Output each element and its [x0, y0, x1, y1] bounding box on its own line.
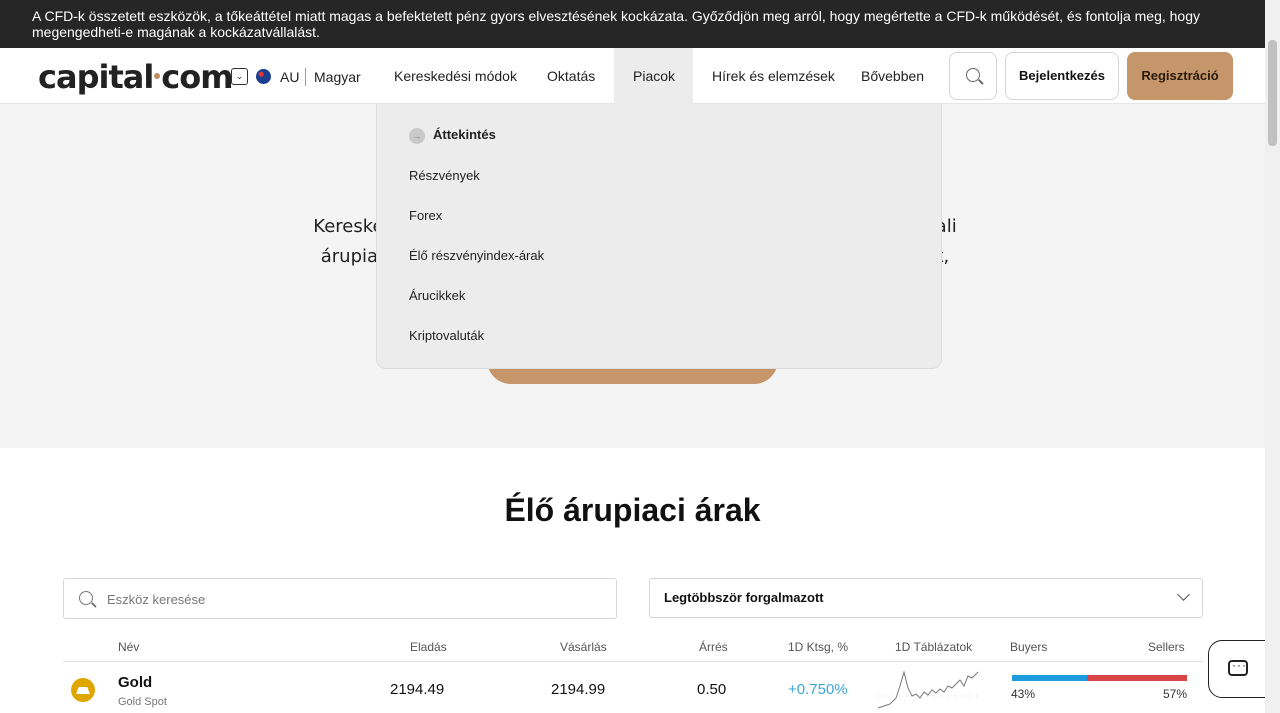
asset-search-input[interactable]	[107, 589, 597, 609]
menu-item-indices[interactable]: Élő részvényindex-árak	[409, 248, 544, 263]
column-header-buyers: Buyers	[1010, 640, 1048, 654]
nav-more[interactable]: Bővebben	[842, 48, 943, 104]
menu-item-crypto[interactable]: Kriptovaluták	[409, 328, 484, 343]
asset-search-field[interactable]	[63, 578, 617, 619]
chevron-down-icon[interactable]: ⌄	[231, 68, 248, 85]
buyers-bar	[1012, 675, 1088, 681]
column-header-chart: 1D Táblázatok	[895, 640, 973, 654]
language-selector[interactable]: Magyar	[314, 69, 361, 85]
menu-item-forex[interactable]: Forex	[409, 208, 442, 223]
menu-item-commodities[interactable]: Árucikkek	[409, 288, 465, 303]
nav-markets[interactable]: Piacok	[614, 48, 693, 104]
column-header-buy[interactable]: Vásárlás	[560, 640, 607, 654]
site-header: capital com ⌄ AU Magyar Kereskedési módok…	[0, 48, 1265, 104]
register-button[interactable]: Regisztráció	[1127, 52, 1233, 100]
markets-dropdown-menu: → Áttekintés Részvények Forex Élő részvén…	[376, 104, 942, 369]
nav-trading-methods[interactable]: Kereskedési módok	[375, 48, 536, 104]
column-header-sellers: Sellers	[1148, 640, 1185, 654]
page-scrollbar[interactable]	[1265, 0, 1280, 713]
gold-bar-icon	[71, 678, 95, 702]
login-button[interactable]: Bejelentkezés	[1005, 52, 1119, 100]
risk-warning-text: A CFD-k összetett eszközök, a tőkeáttéte…	[32, 8, 1201, 40]
arrow-right-icon: →	[409, 127, 425, 144]
risk-warning-banner: A CFD-k összetett eszközök, a tőkeáttéte…	[0, 0, 1265, 48]
scrollbar-thumb[interactable]	[1268, 40, 1277, 146]
nav-education[interactable]: Oktatás	[528, 48, 614, 104]
sellers-bar	[1087, 675, 1187, 681]
asset-name[interactable]: Gold	[118, 674, 152, 691]
sell-price[interactable]: 2194.49	[390, 681, 444, 698]
australia-flag-icon	[256, 69, 271, 84]
divider	[305, 68, 306, 86]
asset-subtitle: Gold Spot	[118, 696, 167, 708]
change-percent: +0.750%	[788, 681, 848, 698]
nav-news-analysis[interactable]: Hírek és elemzések	[693, 48, 854, 104]
logo-dot	[154, 72, 161, 79]
column-header-name[interactable]: Név	[118, 640, 139, 654]
menu-item-overview[interactable]: → Áttekintés	[409, 127, 496, 144]
logo-text-left: capital	[38, 58, 154, 96]
column-header-sell[interactable]: Eladás	[410, 640, 447, 654]
sellers-percent: 57%	[1163, 687, 1188, 701]
column-header-change[interactable]: 1D Ktsg, %	[788, 640, 848, 654]
spread-value: 0.50	[697, 681, 727, 698]
buy-price[interactable]: 2194.99	[551, 681, 605, 698]
region-selector[interactable]: AU	[280, 69, 299, 85]
column-header-spread[interactable]: Árrés	[699, 640, 728, 654]
buyers-percent: 43%	[1011, 687, 1036, 701]
section-title: Élő árupiaci árak	[504, 492, 761, 528]
capital-com-logo[interactable]: capital com	[38, 58, 234, 96]
search-button[interactable]	[949, 52, 997, 100]
logo-text-right: com	[161, 58, 233, 96]
menu-item-overview-label: Áttekintés	[433, 127, 496, 142]
divider	[63, 661, 1203, 662]
chevron-down-icon	[1177, 588, 1190, 601]
sort-dropdown[interactable]: Legtöbbször forgalmazott	[649, 578, 1203, 618]
sparkline-chart	[878, 670, 978, 709]
chat-bubble-icon	[1228, 658, 1248, 676]
menu-item-stocks[interactable]: Részvények	[409, 168, 480, 183]
sort-dropdown-value: Legtöbbször forgalmazott	[664, 590, 824, 605]
chat-button[interactable]	[1208, 640, 1268, 698]
